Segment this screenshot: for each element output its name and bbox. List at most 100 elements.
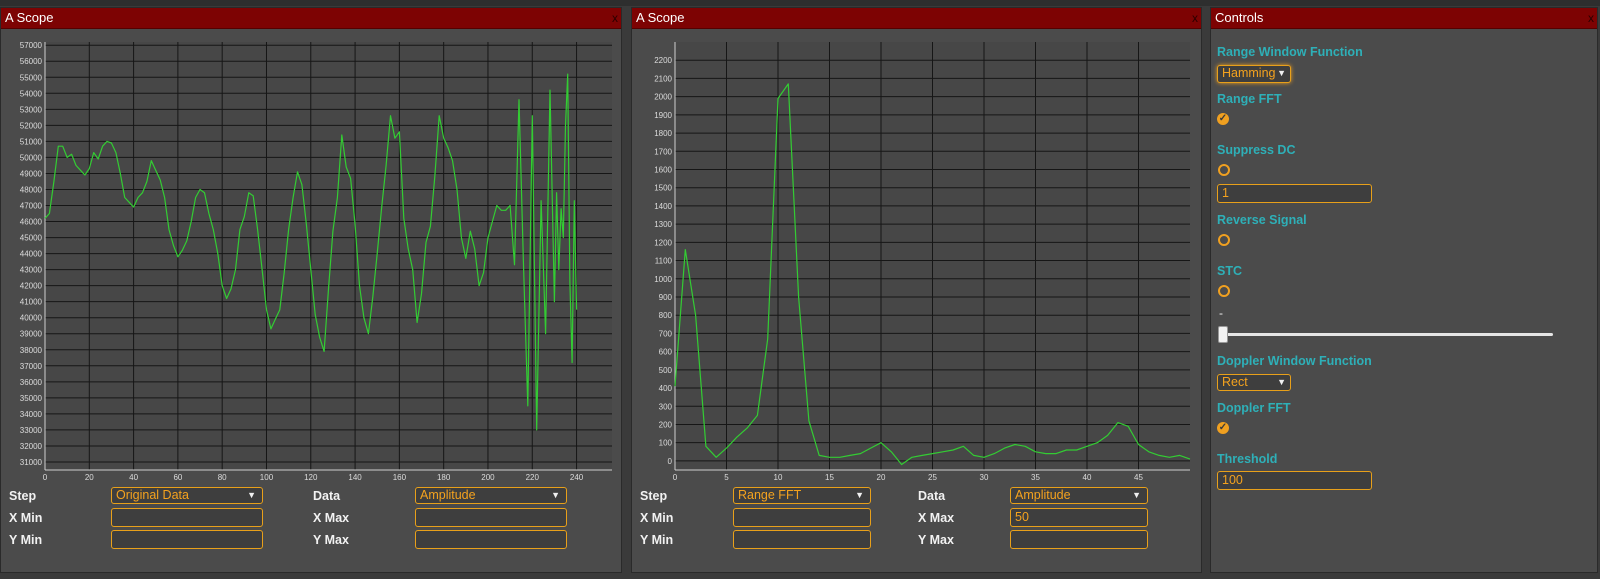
- step-select-value: Range FFT: [738, 488, 802, 502]
- y-tick-label: 56000: [20, 57, 43, 66]
- y-tick-label: 1500: [654, 184, 672, 193]
- panel-title-bar[interactable]: Controls x: [1211, 8, 1597, 29]
- reverse-signal-checkbox[interactable]: [1218, 234, 1230, 246]
- stc-label: STC: [1217, 264, 1242, 278]
- stc-slider-track[interactable]: [1223, 333, 1553, 336]
- y-tick-label: 1300: [654, 220, 672, 229]
- y-tick-label: 1800: [654, 129, 672, 138]
- y-tick-label: 100: [659, 439, 673, 448]
- x-min-input[interactable]: [733, 508, 871, 527]
- data-select-value: Amplitude: [420, 488, 476, 502]
- stc-checkbox[interactable]: [1218, 285, 1230, 297]
- panel-title: Controls: [1215, 10, 1264, 25]
- y-tick-label: 200: [659, 420, 673, 429]
- x-tick-label: 10: [774, 473, 783, 482]
- x-tick-label: 140: [348, 473, 362, 482]
- y-tick-label: 500: [659, 366, 673, 375]
- x-tick-label: 60: [173, 473, 182, 482]
- close-icon[interactable]: x: [1192, 8, 1198, 28]
- y-tick-label: 52000: [20, 121, 43, 130]
- range-window-function-select[interactable]: Hamming ▼: [1217, 65, 1291, 83]
- x-max-input[interactable]: 50: [1010, 508, 1148, 527]
- y-tick-label: 43000: [20, 266, 43, 275]
- x-tick-label: 0: [43, 473, 48, 482]
- x-tick-label: 35: [1031, 473, 1040, 482]
- y-max-input[interactable]: [1010, 530, 1148, 549]
- doppler-fft-checkbox[interactable]: ✓: [1217, 422, 1229, 434]
- x-max-input[interactable]: [415, 508, 567, 527]
- y-tick-label: 38000: [20, 346, 43, 355]
- close-icon[interactable]: x: [1588, 8, 1594, 28]
- close-icon[interactable]: x: [612, 8, 618, 28]
- y-tick-label: 55000: [20, 73, 43, 82]
- panel-title: A Scope: [636, 10, 685, 25]
- y-tick-label: 40000: [20, 314, 43, 323]
- amplitude-chart: 31000 32000 33000 34000 35000 36000 37000 38000…: [20, 41, 612, 482]
- y-tick-label: 1600: [654, 165, 672, 174]
- range-window-function-value: Hamming: [1222, 66, 1276, 80]
- x-tick-label: 240: [570, 473, 584, 482]
- stc-slider-label: -: [1219, 306, 1223, 320]
- y-tick-label: 400: [659, 384, 673, 393]
- data-select[interactable]: Amplitude ▼: [1010, 487, 1148, 504]
- step-label: Step: [640, 489, 668, 503]
- y-min-input[interactable]: [111, 530, 263, 549]
- y-tick-label: 1200: [654, 238, 672, 247]
- range-fft-checkbox[interactable]: ✓: [1217, 113, 1229, 125]
- check-icon: ✓: [1218, 113, 1228, 124]
- y-tick-label: 31000: [20, 458, 43, 467]
- doppler-fft-label: Doppler FFT: [1217, 401, 1291, 415]
- y-max-input[interactable]: [415, 530, 567, 549]
- a-scope-panel-2: A Scope x 0 100 200 300 400 500 600 700 800 900 10…: [631, 7, 1202, 573]
- x-tick-label: 40: [129, 473, 138, 482]
- y-min-input[interactable]: [733, 530, 871, 549]
- y-tick-label: 800: [659, 311, 673, 320]
- x-tick-label: 25: [928, 473, 937, 482]
- range-fft-chart: 0100200300400500600700800900100011001200…: [654, 42, 1191, 482]
- x-tick-label: 200: [481, 473, 495, 482]
- x-min-label: X Min: [9, 511, 43, 525]
- x-min-input[interactable]: [111, 508, 263, 527]
- y-tick-label: 600: [659, 348, 673, 357]
- doppler-window-function-select[interactable]: Rect ▼: [1217, 374, 1291, 391]
- step-label: Step: [9, 489, 37, 503]
- y-tick-label: 2200: [654, 56, 672, 65]
- step-select[interactable]: Original Data ▼: [111, 487, 263, 504]
- suppress-dc-checkbox[interactable]: [1218, 164, 1230, 176]
- y-tick-label: 1000: [654, 275, 672, 284]
- range-window-function-label: Range Window Function: [1217, 45, 1363, 59]
- x-tick-label: 0: [673, 473, 678, 482]
- step-select[interactable]: Range FFT ▼: [733, 487, 871, 504]
- threshold-input[interactable]: 100: [1217, 471, 1372, 490]
- y-tick-label: 32000: [20, 442, 43, 451]
- y-tick-label: 900: [659, 293, 673, 302]
- x-tick-label: 15: [825, 473, 834, 482]
- suppress-dc-input[interactable]: 1: [1217, 184, 1372, 203]
- y-tick-label: 47000: [20, 202, 43, 211]
- suppress-dc-label: Suppress DC: [1217, 143, 1296, 157]
- reverse-signal-label: Reverse Signal: [1217, 213, 1307, 227]
- x-tick-label: 180: [437, 473, 451, 482]
- y-tick-label: 39000: [20, 330, 43, 339]
- stc-slider-handle[interactable]: [1218, 326, 1228, 343]
- y-tick-label: 700: [659, 329, 673, 338]
- chevron-down-icon: ▼: [1277, 377, 1286, 387]
- y-min-label: Y Min: [640, 533, 674, 547]
- y-max-label: Y Max: [313, 533, 349, 547]
- panel-title-bar[interactable]: A Scope x: [1, 8, 621, 29]
- window-top-strip: [0, 0, 1600, 6]
- y-tick-label: 46000: [20, 218, 43, 227]
- y-tick-label: 1900: [654, 111, 672, 120]
- chevron-down-icon: ▼: [1277, 68, 1286, 78]
- panel-title-bar[interactable]: A Scope x: [632, 8, 1201, 29]
- x-tick-label: 5: [724, 473, 729, 482]
- x-tick-label: 45: [1134, 473, 1143, 482]
- check-icon: ✓: [1218, 422, 1228, 433]
- x-tick-label: 220: [526, 473, 540, 482]
- data-select[interactable]: Amplitude ▼: [415, 487, 567, 504]
- y-tick-label: 49000: [20, 169, 43, 178]
- data-select-value: Amplitude: [1015, 488, 1071, 502]
- a-scope-panel-1: A Scope x 31000 32000 33000 34000 35000 36000…: [0, 7, 622, 573]
- chevron-down-icon: ▼: [1132, 490, 1141, 500]
- y-tick-label: 50000: [20, 153, 43, 162]
